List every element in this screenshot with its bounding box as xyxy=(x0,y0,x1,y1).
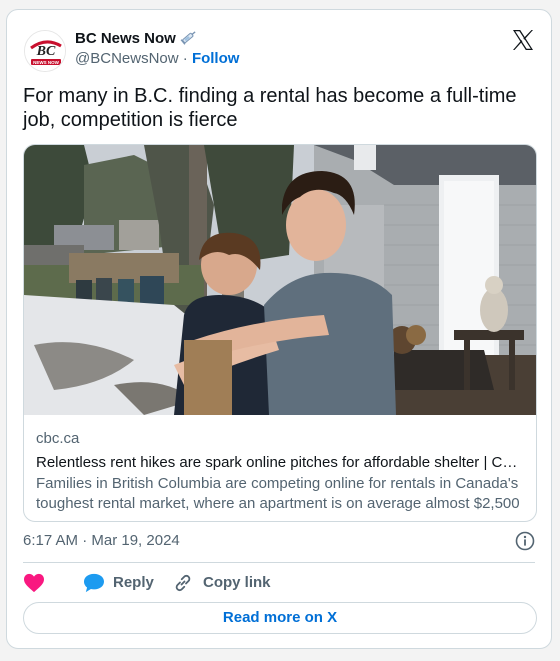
author-handle[interactable]: @BCNewsNow xyxy=(75,50,179,67)
x-logo-icon[interactable] xyxy=(511,28,535,52)
link-icon xyxy=(175,574,191,592)
info-icon[interactable] xyxy=(515,531,535,551)
separator-dot: · xyxy=(182,50,188,67)
follow-link[interactable]: Follow xyxy=(192,50,240,67)
divider xyxy=(23,562,535,563)
reply-label[interactable]: Reply xyxy=(113,571,154,595)
like-button[interactable] xyxy=(23,571,47,595)
embedded-post-card: BC NEWS NOW BC News Now @BCNewsNow · Fol… xyxy=(6,9,552,649)
link-description: Families in British Columbia are competi… xyxy=(36,475,520,512)
heart-icon xyxy=(24,573,44,593)
post-text: For many in B.C. finding a rental has be… xyxy=(23,85,517,131)
bc-news-now-logo: BC NEWS NOW xyxy=(25,31,65,71)
author-name[interactable]: BC News Now xyxy=(75,30,176,47)
syringe-badge-icon xyxy=(180,28,198,50)
avatar-logo-subtext: NEWS NOW xyxy=(33,60,60,65)
read-more-button[interactable]: Read more on X xyxy=(23,602,537,634)
copy-link-button[interactable]: Copy link xyxy=(173,571,283,595)
reply-button[interactable]: Reply xyxy=(83,571,163,595)
handle-row: @BCNewsNow · Follow xyxy=(75,50,239,67)
speech-bubble-icon xyxy=(84,573,104,593)
avatar-logo-text: BC xyxy=(36,44,56,59)
link-preview-card[interactable]: cbc.ca Relentless rent hikes are spark o… xyxy=(23,144,537,522)
article-photo xyxy=(24,145,536,415)
author-name-row[interactable]: BC News Now xyxy=(75,28,198,50)
post-timestamp[interactable]: 6:17 AM · Mar 19, 2024 xyxy=(23,532,180,549)
link-meta: cbc.ca Relentless rent hikes are spark o… xyxy=(36,429,526,514)
avatar[interactable]: BC NEWS NOW xyxy=(24,30,66,72)
copy-link-label[interactable]: Copy link xyxy=(203,571,271,595)
link-domain: cbc.ca xyxy=(36,430,80,447)
link-title[interactable]: Relentless rent hikes are spark online p… xyxy=(36,453,526,473)
